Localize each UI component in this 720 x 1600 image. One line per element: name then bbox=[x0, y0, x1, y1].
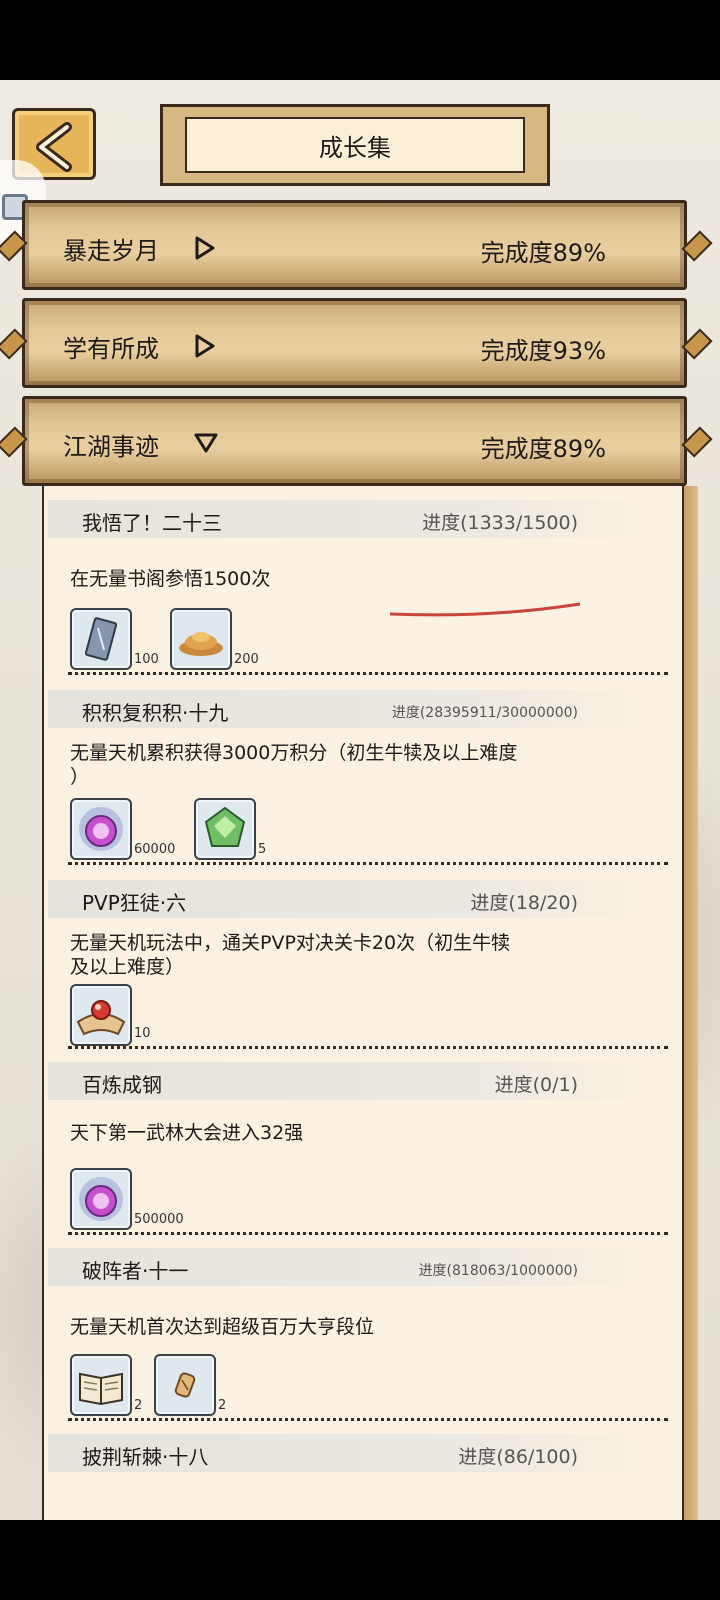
category-name: 暴走岁月 bbox=[63, 237, 159, 265]
coin-pile-icon bbox=[179, 632, 223, 656]
panel-rim bbox=[682, 486, 698, 1520]
category-bar-1[interactable]: 暴走岁月 完成度89% bbox=[0, 200, 713, 290]
reward-slot[interactable] bbox=[70, 1168, 132, 1230]
task-header: PVP狂徒·六 进度(18/20) bbox=[48, 880, 648, 918]
divider bbox=[68, 1418, 668, 1421]
reward-slot[interactable] bbox=[70, 608, 132, 670]
task-progress: 进度(818063/1000000) bbox=[418, 1263, 578, 1279]
reward-slot[interactable] bbox=[70, 1354, 132, 1416]
task-progress: 进度(0/1) bbox=[494, 1074, 578, 1096]
jade-gem-icon bbox=[204, 806, 246, 847]
book-icon bbox=[79, 1372, 123, 1406]
category-progress: 完成度89% bbox=[480, 435, 606, 463]
reward-slot[interactable] bbox=[194, 798, 256, 860]
task-description-line2: 及以上难度） bbox=[70, 956, 185, 978]
reward-count: 60000 bbox=[134, 842, 176, 857]
talisman-icon bbox=[84, 617, 118, 661]
red-pearl-scroll-icon bbox=[76, 1000, 126, 1036]
task-header: 百炼成钢 进度(0/1) bbox=[48, 1062, 648, 1100]
reward-slot[interactable] bbox=[70, 798, 132, 860]
title-scroll: 成长集 bbox=[160, 104, 550, 186]
task-description: 无量天机玩法中，通关PVP对决关卡20次（初生牛犊 bbox=[70, 932, 511, 954]
play-arrow-icon bbox=[195, 334, 215, 358]
purple-orb-icon bbox=[79, 1177, 123, 1221]
reward-count: 200 bbox=[234, 652, 259, 667]
task-progress: 进度(28395911/30000000) bbox=[391, 705, 578, 721]
reward-count: 2 bbox=[218, 1398, 227, 1413]
task-name: PVP狂徒·六 bbox=[82, 891, 187, 915]
task-name: 破阵者·十一 bbox=[82, 1259, 189, 1283]
task-description-line2: ） bbox=[70, 766, 90, 788]
achievement-screen: 成长集 暴走岁月 完成度89% 学有所成 完成度93% 江湖事迹 完成度89% bbox=[0, 80, 720, 1520]
task-name: 披荆斩棘·十八 bbox=[82, 1445, 209, 1469]
reward-count: 10 bbox=[134, 1026, 151, 1041]
expand-arrow-icon bbox=[194, 433, 218, 453]
reward-count: 500000 bbox=[134, 1212, 184, 1227]
divider bbox=[68, 1232, 668, 1235]
divider bbox=[68, 672, 668, 675]
scroll-knob bbox=[0, 426, 28, 458]
task-header: 积积复积积·十九 进度(28395911/30000000) bbox=[48, 690, 648, 728]
scroll-knob bbox=[0, 328, 28, 360]
task-description: 在无量书阁参悟1500次 bbox=[70, 568, 271, 590]
task-name: 百炼成钢 bbox=[82, 1073, 162, 1097]
task-progress: 进度(1333/1500) bbox=[422, 512, 578, 534]
back-arrow-icon bbox=[36, 122, 72, 172]
category-progress: 完成度93% bbox=[480, 337, 606, 365]
category-bar-2[interactable]: 学有所成 完成度93% bbox=[0, 298, 713, 388]
category-progress: 完成度89% bbox=[480, 239, 606, 267]
task-header: 披荆斩棘·十八 进度(86/100) bbox=[48, 1434, 648, 1472]
reward-count: 2 bbox=[134, 1398, 143, 1413]
task-description: 无量天机累积获得3000万积分（初生牛犊及以上难度 bbox=[70, 742, 518, 764]
category-name: 江湖事迹 bbox=[63, 433, 159, 461]
red-annotation-mark bbox=[390, 602, 581, 617]
divider bbox=[68, 1046, 668, 1049]
reward-count: 5 bbox=[258, 842, 267, 857]
purple-orb-icon bbox=[79, 807, 123, 851]
divider bbox=[68, 862, 668, 865]
reward-slot[interactable] bbox=[170, 608, 232, 670]
task-progress: 进度(86/100) bbox=[458, 1446, 578, 1468]
category-name: 学有所成 bbox=[63, 335, 159, 363]
play-arrow-icon bbox=[195, 236, 215, 260]
task-name: 积积复积积·十九 bbox=[82, 701, 229, 725]
task-description: 天下第一武林大会进入32强 bbox=[70, 1122, 304, 1144]
reward-count: 100 bbox=[134, 652, 159, 667]
task-header: 我悟了！二十三 进度(1333/1500) bbox=[48, 500, 648, 538]
scroll-icon bbox=[174, 1372, 196, 1398]
task-header: 破阵者·十一 进度(818063/1000000) bbox=[48, 1248, 648, 1286]
task-progress: 进度(18/20) bbox=[470, 892, 578, 914]
task-name: 我悟了！二十三 bbox=[82, 511, 222, 535]
reward-slot[interactable] bbox=[70, 984, 132, 1046]
category-bar-3[interactable]: 江湖事迹 完成度89% bbox=[0, 396, 713, 486]
task-description: 无量天机首次达到超级百万大亨段位 bbox=[70, 1316, 375, 1338]
page-title: 成长集 bbox=[185, 117, 525, 173]
task-list-panel[interactable] bbox=[42, 486, 690, 1520]
reward-slot[interactable] bbox=[154, 1354, 216, 1416]
scroll-knob bbox=[681, 230, 713, 262]
scroll-knob bbox=[681, 328, 713, 360]
scroll-knob bbox=[681, 426, 713, 458]
